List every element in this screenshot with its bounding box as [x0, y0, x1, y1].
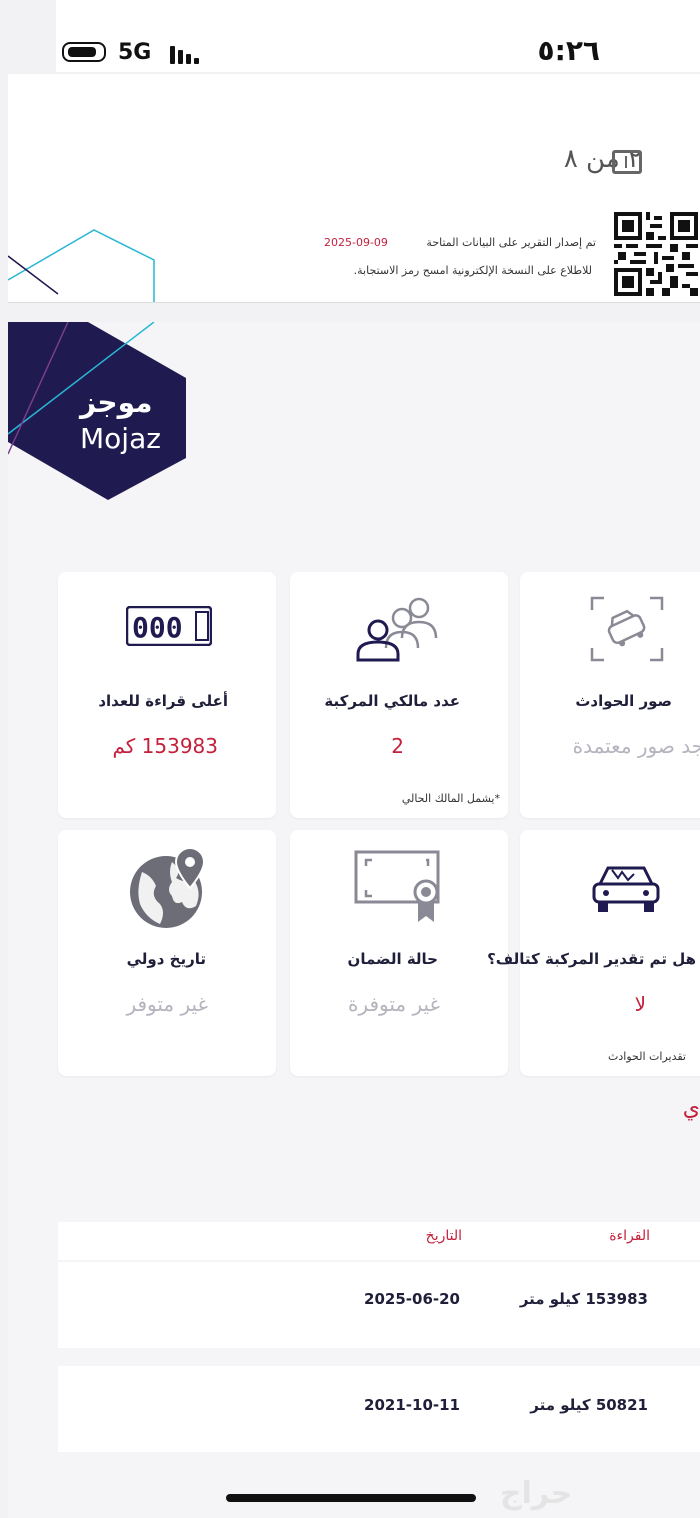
- warranty-title: حالة الضمان: [347, 950, 438, 968]
- odometer-icon: 000: [126, 606, 212, 646]
- owners-value: 2: [391, 734, 404, 758]
- row-reading: 153983 كيلو متر: [519, 1290, 648, 1308]
- home-indicator[interactable]: [226, 1494, 476, 1502]
- network-label: 5G: [118, 40, 152, 65]
- brand-name-ar: موجز: [80, 386, 153, 419]
- signal-icon: [170, 42, 202, 64]
- owners-note: *يشمل المالك الحالي: [401, 792, 500, 805]
- battery-icon: [62, 42, 106, 62]
- odometer-title: أعلى قراءة للعداد: [98, 692, 228, 710]
- brand-name-en: Mojaz: [80, 422, 161, 455]
- card-warranty: حالة الضمان غير متوفرة: [290, 830, 508, 1076]
- issued-text: تم إصدار التقرير على البيانات المتاحة: [426, 236, 596, 249]
- accident-photo-icon: [590, 596, 664, 662]
- international-title: تاريخ دولي: [126, 950, 206, 968]
- accident-photos-value: يوجد صور معتمدة: [572, 734, 700, 758]
- globe-pin-icon: [130, 846, 206, 928]
- issued-date: 2025-09-09: [324, 236, 388, 249]
- row-date: 2021-10-11: [364, 1396, 460, 1414]
- total-loss-note: تقديرات الحوادث: [608, 1050, 686, 1063]
- table-header: [58, 1222, 700, 1260]
- card-odometer: 000 أعلى قراءة للعداد 153983 كم: [58, 572, 276, 818]
- row-reading: 50821 كيلو متر: [530, 1396, 648, 1414]
- card-owners: عدد مالكي المركبة 2 *يشمل المالك الحالي: [290, 572, 508, 818]
- warranty-value: غير متوفرة: [347, 992, 440, 1016]
- svg-text:000: 000: [132, 611, 183, 644]
- header-date: التاريخ: [425, 1228, 462, 1244]
- qr-note: للاطلاع على النسخة الإلكترونية امسح رمز …: [353, 264, 592, 277]
- card-total-loss: هل تم تقدير المركبة كتالف؟ لا تقديرات ال…: [487, 830, 700, 1076]
- decor-lines: [8, 229, 155, 302]
- international-value: غير متوفر: [126, 992, 208, 1016]
- total-loss-title: هل تم تقدير المركبة كتالف؟: [487, 950, 696, 968]
- damaged-car-icon: [592, 866, 660, 912]
- watermark: حراج: [500, 1476, 573, 1511]
- card-international: تاريخ دولي غير متوفر: [58, 830, 276, 1076]
- section-heading-partial: ي: [682, 1096, 700, 1121]
- status-bar: [56, 0, 700, 72]
- header-reading: القراءة: [609, 1228, 650, 1244]
- row-date: 2025-06-20: [364, 1290, 460, 1308]
- owners-title: عدد مالكي المركبة: [324, 692, 460, 710]
- page-view-icon[interactable]: [612, 150, 642, 174]
- status-time: ٥:٢٦: [537, 34, 600, 67]
- owners-icon: [356, 597, 438, 662]
- odometer-value: 153983 كم: [112, 734, 218, 758]
- card-accident-photos: صور الحوادث يوجد صور معتمدة: [520, 572, 700, 818]
- certificate-icon: [354, 850, 440, 922]
- accident-photos-title: صور الحوادث: [575, 692, 672, 710]
- qr-code-icon[interactable]: [614, 212, 698, 296]
- total-loss-value: لا: [634, 992, 646, 1016]
